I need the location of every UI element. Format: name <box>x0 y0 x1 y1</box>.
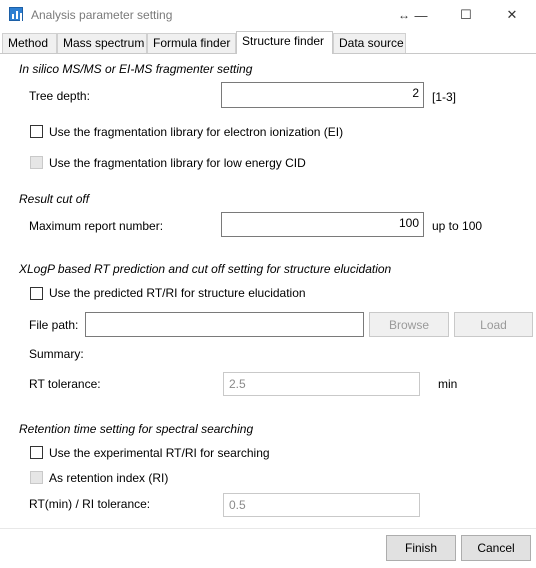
tab-data-source[interactable]: Data source <box>333 33 406 53</box>
rt-prediction-heading: XLogP based RT prediction and cut off se… <box>19 262 392 276</box>
tree-depth-range: [1-3] <box>432 90 457 104</box>
tab-method[interactable]: Method <box>2 33 57 53</box>
rt-tolerance-label: RT tolerance: <box>29 377 101 391</box>
tree-depth-input[interactable]: 2 <box>221 82 424 108</box>
tree-depth-value: 2 <box>412 86 419 100</box>
tab-mass-spectrum[interactable]: Mass spectrum <box>57 33 147 53</box>
app-chart-icon <box>9 7 23 21</box>
window-title: Analysis parameter setting <box>31 8 173 22</box>
max-report-input[interactable]: 100 <box>221 212 424 237</box>
as-ri-label: As retention index (RI) <box>49 471 169 485</box>
tab-formula-finder[interactable]: Formula finder <box>147 33 236 53</box>
rt-tolerance-value: 2.5 <box>229 377 246 391</box>
max-report-label: Maximum report number: <box>29 219 164 233</box>
result-cutoff-heading: Result cut off <box>19 192 90 206</box>
max-report-value: 100 <box>398 216 419 230</box>
rt-tolerance-unit: min <box>438 377 458 391</box>
max-report-hint: up to 100 <box>432 219 483 233</box>
maximize-button[interactable]: ☐ <box>443 0 489 30</box>
use-cid-label: Use the fragmentation library for low en… <box>49 156 306 170</box>
rt-tolerance-input: 2.5 <box>223 372 420 396</box>
cancel-button[interactable]: Cancel <box>461 535 531 561</box>
file-path-label: File path: <box>29 318 79 332</box>
use-predicted-checkbox[interactable] <box>30 287 43 300</box>
use-cid-checkbox <box>30 156 43 169</box>
use-predicted-label: Use the predicted RT/RI for structure el… <box>49 286 306 300</box>
rt-ri-tolerance-label: RT(min) / RI tolerance: <box>29 497 151 511</box>
minimize-button[interactable]: — <box>398 0 444 30</box>
file-path-input[interactable] <box>85 312 364 337</box>
use-ei-checkbox[interactable] <box>30 125 43 138</box>
title-bar: Analysis parameter setting ↔ — ☐ ✕ <box>0 0 536 30</box>
close-button[interactable]: ✕ <box>489 0 535 30</box>
tree-depth-label: Tree depth: <box>29 89 90 103</box>
rt-ri-tolerance-value: 0.5 <box>229 498 246 512</box>
as-ri-checkbox <box>30 471 43 484</box>
use-ei-label: Use the fragmentation library for electr… <box>49 125 344 139</box>
browse-button: Browse <box>369 312 449 337</box>
tab-structure-finder[interactable]: Structure finder <box>236 31 333 54</box>
finish-button[interactable]: Finish <box>386 535 456 561</box>
footer-divider <box>0 528 536 529</box>
retention-heading: Retention time setting for spectral sear… <box>19 422 254 436</box>
use-experimental-checkbox[interactable] <box>30 446 43 459</box>
rt-ri-tolerance-input: 0.5 <box>223 493 420 517</box>
use-experimental-label: Use the experimental RT/RI for searching <box>49 446 270 460</box>
summary-label: Summary: <box>29 347 84 361</box>
load-button: Load <box>454 312 533 337</box>
fragmenter-heading: In silico MS/MS or EI-MS fragmenter sett… <box>19 62 253 76</box>
